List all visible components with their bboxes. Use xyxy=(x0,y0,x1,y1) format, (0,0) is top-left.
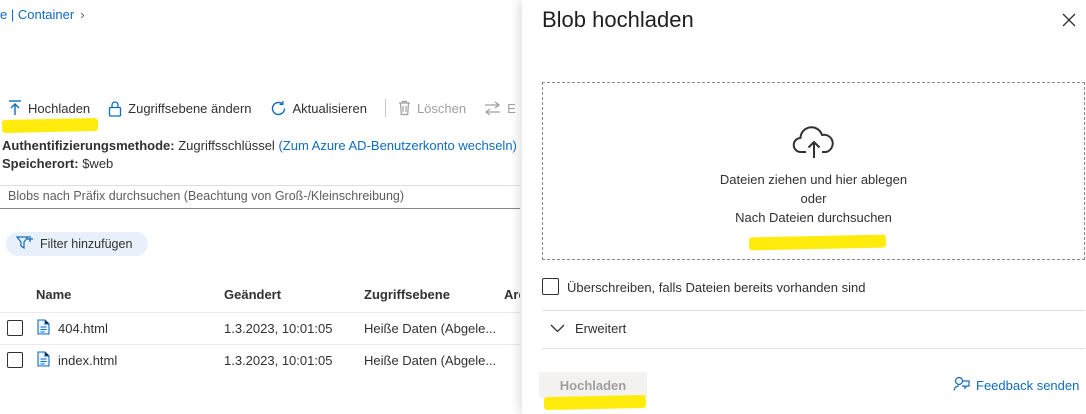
row-checkbox[interactable] xyxy=(7,320,23,336)
delete-button[interactable]: Löschen xyxy=(398,100,466,116)
or-text: oder xyxy=(800,191,827,206)
file-name[interactable]: index.html xyxy=(58,353,117,368)
change-button-partial[interactable]: E xyxy=(484,101,516,116)
search-placeholder: Blobs nach Präfix durchsuchen (Beachtung… xyxy=(8,189,405,203)
refresh-button[interactable]: Aktualisieren xyxy=(270,100,367,117)
column-header-name[interactable]: Name xyxy=(36,287,71,302)
add-filter-label: Filter hinzufügen xyxy=(40,237,133,251)
chevron-down-icon xyxy=(550,321,565,336)
column-header-modified[interactable]: Geändert xyxy=(224,287,281,302)
feedback-link[interactable]: Feedback senden xyxy=(953,376,1079,395)
column-header-archive[interactable]: Arc xyxy=(504,287,520,302)
location-value: $web xyxy=(82,156,114,171)
delete-label: Löschen xyxy=(416,100,467,116)
blob-search-input[interactable]: Blobs nach Präfix durchsuchen (Beachtung… xyxy=(0,185,520,209)
panel-title: Blob hochladen xyxy=(542,7,694,32)
advanced-toggle[interactable]: Erweitert xyxy=(550,321,626,336)
swap-icon xyxy=(484,101,501,116)
column-header-tier[interactable]: Zugriffsebene xyxy=(364,287,450,302)
drop-text: Dateien ziehen und hier ablegen xyxy=(719,172,908,187)
file-modified: 1.3.2023, 10:01:05 xyxy=(224,353,333,368)
file-drop-zone[interactable]: Dateien ziehen und hier ablegen oder Nac… xyxy=(542,82,1085,260)
auth-value: Zugriffsschlüssel xyxy=(178,138,275,153)
toolbar: Hochladen Zugriffsebene ändern Aktualisi… xyxy=(8,97,534,119)
filter-add-icon xyxy=(15,235,34,253)
file-tier: Heiße Daten (Abgele... xyxy=(364,353,497,368)
divider xyxy=(542,310,1085,311)
add-filter-button[interactable]: Filter hinzufügen xyxy=(6,232,149,256)
location-line: Speicherort: $web xyxy=(2,156,113,171)
auth-method-line: Authentifizierungsmethode: Zugriffsschlü… xyxy=(2,138,517,153)
upload-button[interactable]: Hochladen xyxy=(8,100,90,116)
highlight-upload xyxy=(1,117,99,134)
file-icon xyxy=(37,319,50,338)
location-label: Speicherort: xyxy=(2,156,79,171)
change-tier-button[interactable]: Zugriffsebene ändern xyxy=(108,100,252,117)
upload-icon xyxy=(8,100,22,116)
close-icon[interactable] xyxy=(1062,13,1076,27)
upload-blob-panel: Blob hochladen Dateien ziehen und hier a… xyxy=(522,0,1086,414)
breadcrumb: e | Container › xyxy=(0,7,85,22)
cloud-upload-icon xyxy=(792,125,836,162)
toolbar-divider xyxy=(384,99,386,117)
row-checkbox[interactable] xyxy=(7,352,23,368)
breadcrumb-chevron-icon: › xyxy=(80,7,85,22)
highlight-upload-submit xyxy=(543,394,647,411)
table-row[interactable]: index.html 1.3.2023, 10:01:05 Heiße Date… xyxy=(0,344,520,377)
file-icon xyxy=(37,351,50,370)
advanced-label: Erweitert xyxy=(575,321,627,336)
file-modified: 1.3.2023, 10:01:05 xyxy=(224,321,333,336)
feedback-icon xyxy=(953,376,970,395)
overwrite-checkbox[interactable] xyxy=(542,278,559,295)
change-label-partial: E xyxy=(507,100,516,116)
browse-files-link[interactable]: Nach Dateien durchsuchen xyxy=(543,210,1084,225)
upload-label: Hochladen xyxy=(28,100,91,116)
file-tier: Heiße Daten (Abgele... xyxy=(364,321,497,336)
overwrite-label: Überschreiben, falls Dateien bereits vor… xyxy=(567,280,866,295)
auth-label: Authentifizierungsmethode: xyxy=(2,138,175,153)
lock-icon xyxy=(108,100,122,117)
trash-icon xyxy=(398,100,411,116)
feedback-label: Feedback senden xyxy=(976,378,1080,393)
table-row[interactable]: 404.html 1.3.2023, 10:01:05 Heiße Daten … xyxy=(0,312,520,345)
change-tier-label: Zugriffsebene ändern xyxy=(128,100,252,116)
upload-submit-button[interactable]: Hochladen xyxy=(539,372,647,398)
breadcrumb-prefix[interactable]: e | xyxy=(0,7,18,22)
breadcrumb-container[interactable]: Container xyxy=(18,7,74,22)
refresh-icon xyxy=(270,100,287,117)
file-name[interactable]: 404.html xyxy=(58,321,108,336)
divider xyxy=(542,348,1085,349)
switch-auth-link[interactable]: (Zum Azure AD-Benutzerkonto wechseln) xyxy=(278,138,516,153)
refresh-label: Aktualisieren xyxy=(292,100,367,116)
